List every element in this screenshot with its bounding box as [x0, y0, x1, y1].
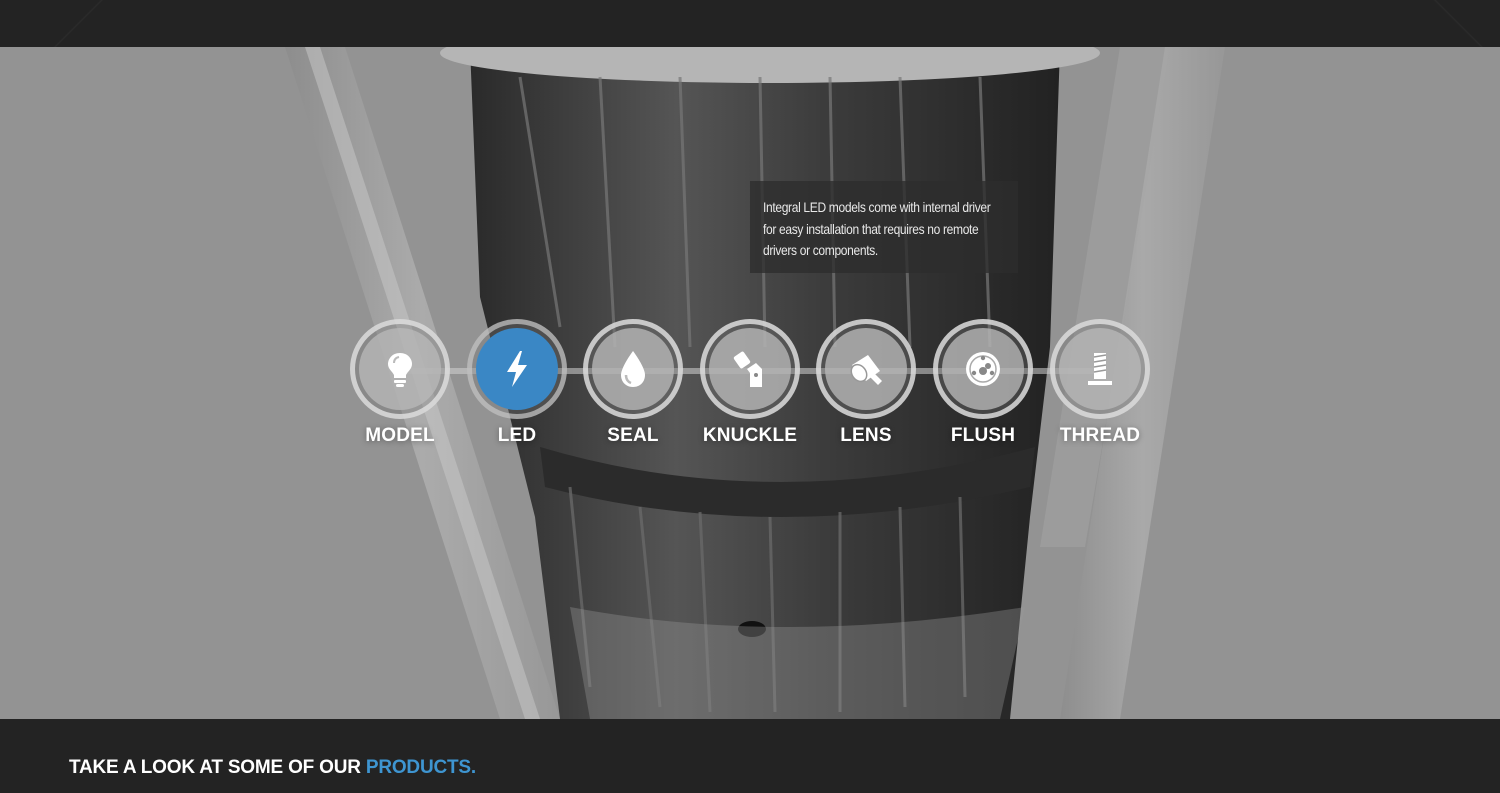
- lightning-bolt-icon: [507, 351, 527, 387]
- tooltip-line: Integral LED models come with internal d…: [763, 199, 991, 215]
- products-link[interactable]: PRODUCTS.: [366, 757, 476, 778]
- footer-section: TAKE A LOOK AT SOME OF OUR PRODUCTS.: [0, 719, 1500, 793]
- products-heading-prefix: TAKE A LOOK AT SOME OF OUR: [69, 757, 361, 778]
- feature-label: THREAD: [1059, 425, 1141, 446]
- water-drop-icon: [621, 351, 645, 387]
- lightbulb-icon: [388, 353, 412, 387]
- knuckle-joint-icon: [733, 351, 762, 387]
- lens-icon: [850, 355, 882, 385]
- feature-selector: MODEL LED SEAL KNUCKLE LENS FLUSH THREAD: [0, 319, 1500, 459]
- flush-plate-icon: [966, 352, 1000, 386]
- products-heading: TAKE A LOOK AT SOME OF OUR PRODUCTS.: [69, 757, 476, 779]
- top-bar: [0, 0, 1500, 47]
- hero-section: Integral LED models come with internal d…: [0, 47, 1500, 719]
- thread-icon: [1088, 353, 1112, 385]
- feature-thread[interactable]: THREAD: [1050, 319, 1150, 459]
- feature-tooltip: Integral LED models come with internal d…: [750, 181, 1018, 273]
- tooltip-line: drivers or components.: [763, 242, 878, 258]
- tooltip-line: for easy installation that requires no r…: [763, 220, 979, 237]
